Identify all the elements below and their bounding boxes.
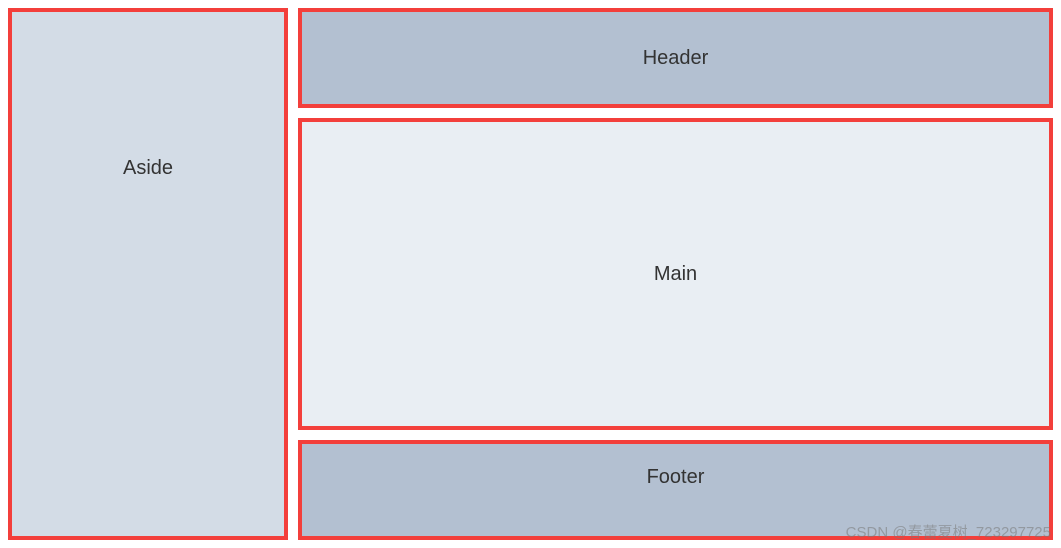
right-column: Header Main Footer [298,8,1053,540]
aside-panel: Aside [8,8,288,540]
footer-panel: Footer [298,440,1053,540]
header-panel: Header [298,8,1053,108]
header-label: Header [643,47,709,70]
main-panel: Main [298,118,1053,430]
footer-label: Footer [647,466,705,489]
layout-container: Aside Header Main Footer [8,8,1053,540]
aside-label: Aside [123,157,173,180]
main-label: Main [654,263,697,286]
